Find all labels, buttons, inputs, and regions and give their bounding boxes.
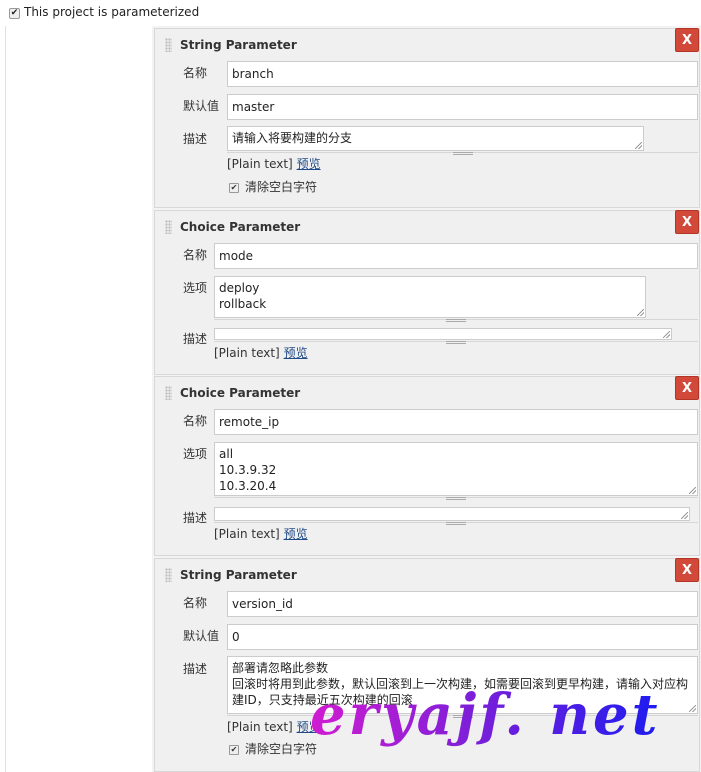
default-value-label: 默认值 — [183, 629, 220, 643]
preview-link[interactable]: 预览 — [297, 157, 321, 171]
name-label: 名称 — [183, 414, 208, 428]
resize-grip-icon[interactable] — [663, 331, 670, 338]
description-textarea[interactable]: 请输入将要构建的分支 — [227, 126, 644, 151]
description-label: 描述 — [183, 132, 208, 146]
resize-grip-icon[interactable] — [689, 487, 696, 494]
choice-parameter-block: Choice Parameter X 名称 mode 选项 deploy rol… — [154, 210, 700, 375]
block-title: String Parameter — [180, 568, 297, 582]
default-value-input[interactable]: 0 — [227, 624, 698, 650]
trim-label: 清除空白字符 — [245, 742, 318, 756]
textarea-splitter[interactable] — [214, 319, 698, 323]
delete-parameter-button[interactable]: X — [675, 210, 699, 234]
resize-grip-icon[interactable] — [689, 705, 696, 712]
block-title: Choice Parameter — [180, 220, 301, 234]
resize-grip-icon[interactable] — [681, 512, 688, 519]
plain-text-label: [Plain text] — [227, 157, 293, 171]
name-input[interactable]: mode — [214, 243, 698, 269]
textarea-splitter[interactable] — [214, 497, 698, 501]
choices-label: 选项 — [183, 281, 208, 295]
resize-grip-icon[interactable] — [635, 142, 642, 149]
parameterized-row: ✔ This project is parameterized — [0, 0, 701, 26]
name-input[interactable]: version_id — [227, 591, 698, 617]
markup-format-row: [Plain text] 预览 — [214, 525, 308, 542]
markup-format-row: [Plain text] 预览 — [214, 344, 308, 361]
block-title: String Parameter — [180, 38, 297, 52]
description-label: 描述 — [183, 511, 208, 525]
watermark-text: eryajf. net — [310, 682, 661, 748]
choices-textarea[interactable]: all 10.3.9.32 10.3.20.4 — [214, 442, 698, 496]
description-line: 部署请忽略此参数 — [232, 661, 329, 675]
name-input[interactable]: branch — [227, 61, 698, 87]
delete-parameter-button[interactable]: X — [675, 28, 699, 52]
drag-handle-icon[interactable] — [165, 220, 172, 234]
drag-handle-icon[interactable] — [165, 386, 172, 400]
choices-textarea[interactable]: deploy rollback — [214, 276, 646, 318]
trim-label: 清除空白字符 — [245, 180, 318, 194]
choice-item: 10.3.20.4 — [219, 479, 277, 493]
left-gutter — [5, 26, 152, 772]
trim-whitespace-row: ✔ 清除空白字符 — [229, 178, 317, 195]
drag-handle-icon[interactable] — [165, 568, 172, 582]
plain-text-label: [Plain text] — [214, 527, 280, 541]
trim-whitespace-row: ✔ 清除空白字符 — [229, 740, 317, 757]
choice-item: rollback — [219, 297, 267, 311]
choice-item: deploy — [219, 281, 260, 295]
name-input[interactable]: remote_ip — [214, 409, 698, 435]
description-textarea[interactable] — [214, 328, 672, 340]
default-value-label: 默认值 — [183, 99, 220, 113]
choices-label: 选项 — [183, 447, 208, 461]
description-label: 描述 — [183, 662, 208, 676]
description-label: 描述 — [183, 332, 208, 346]
markup-format-row: [Plain text] 预览 — [227, 718, 321, 735]
parameterized-label: This project is parameterized — [24, 5, 200, 19]
block-title: Choice Parameter — [180, 386, 301, 400]
delete-parameter-button[interactable]: X — [675, 376, 699, 400]
preview-link[interactable]: 预览 — [284, 527, 308, 541]
plain-text-label: [Plain text] — [227, 720, 293, 734]
name-label: 名称 — [183, 66, 208, 80]
preview-link[interactable]: 预览 — [284, 346, 308, 360]
parameterized-checkbox[interactable]: ✔ — [9, 8, 20, 19]
string-parameter-block: String Parameter X 名称 branch 默认值 master … — [154, 28, 700, 208]
plain-text-label: [Plain text] — [214, 346, 280, 360]
drag-handle-icon[interactable] — [165, 38, 172, 52]
resize-grip-icon[interactable] — [637, 309, 644, 316]
choice-item: all — [219, 447, 234, 461]
trim-checkbox[interactable]: ✔ — [229, 744, 239, 755]
markup-format-row: [Plain text] 预览 — [227, 155, 321, 172]
choice-parameter-block: Choice Parameter X 名称 remote_ip 选项 all 1… — [154, 376, 700, 556]
default-value-input[interactable]: master — [227, 94, 698, 120]
name-label: 名称 — [183, 248, 208, 262]
delete-parameter-button[interactable]: X — [675, 558, 699, 582]
description-textarea[interactable] — [214, 507, 690, 521]
trim-checkbox[interactable]: ✔ — [229, 182, 239, 193]
name-label: 名称 — [183, 596, 208, 610]
choice-item: 10.3.9.32 — [219, 463, 277, 477]
description-text: 请输入将要构建的分支 — [232, 131, 353, 145]
